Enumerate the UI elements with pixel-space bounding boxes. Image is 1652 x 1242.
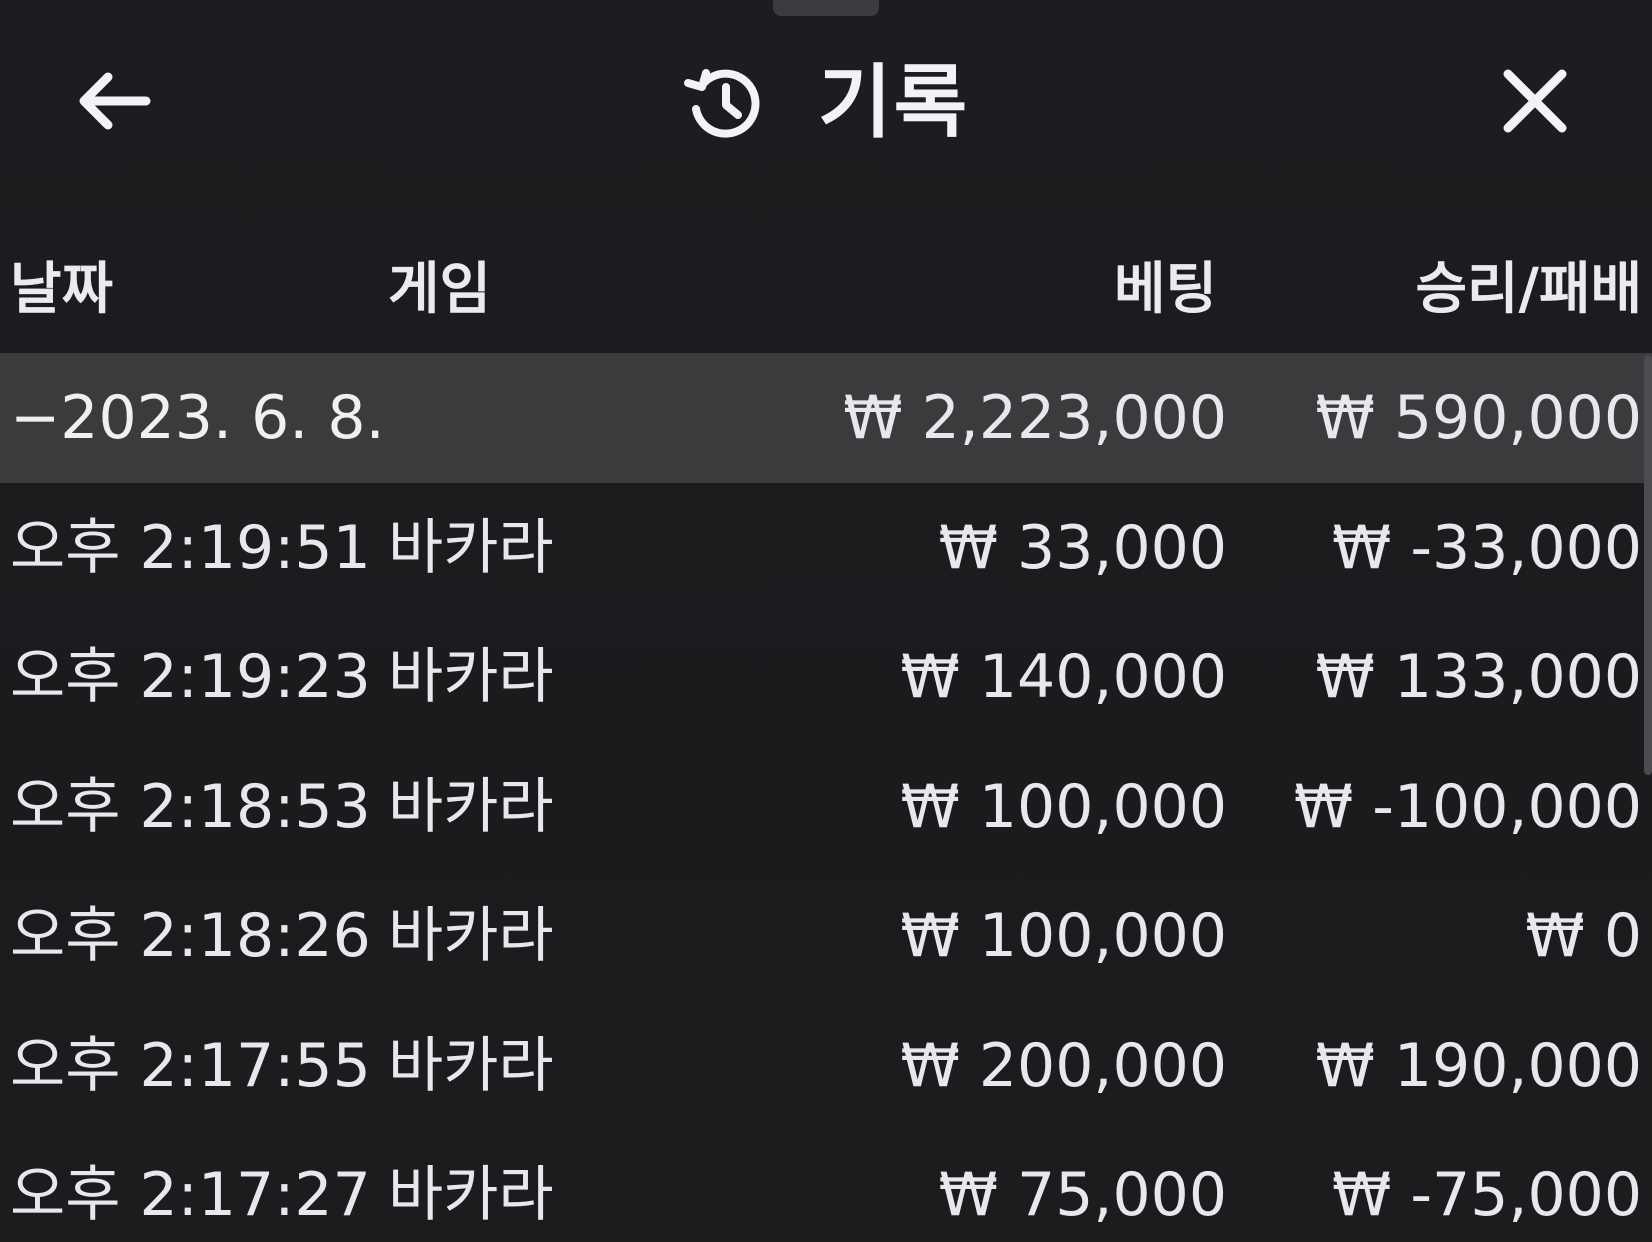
table-row[interactable]: 오후 2:18:26 바카라 ₩ 100,000 ₩ 0 bbox=[0, 872, 1652, 1002]
date-group-result-total: ₩ 590,000 bbox=[1315, 383, 1642, 453]
row-game: 바카라 bbox=[388, 1030, 554, 1101]
row-result: ₩ -33,000 bbox=[1332, 512, 1642, 583]
date-group-row[interactable]: −2023. 6. 8. ₩ 2,223,000 ₩ 590,000 bbox=[0, 353, 1652, 483]
row-game: 바카라 bbox=[388, 1160, 554, 1231]
table-header: 날짜 게임 베팅 승리/패배 bbox=[0, 235, 1652, 353]
column-header-game: 게임 bbox=[388, 257, 492, 322]
row-result: ₩ 133,000 bbox=[1315, 642, 1642, 713]
row-bet: ₩ 140,000 bbox=[900, 642, 1227, 713]
history-icon bbox=[684, 69, 760, 138]
row-time: 오후 2:17:55 bbox=[10, 1030, 371, 1101]
history-table: 날짜 게임 베팅 승리/패배 −2023. 6. 8. ₩ 2,223,000 … bbox=[0, 235, 1652, 1242]
row-time: 오후 2:18:26 bbox=[10, 901, 371, 972]
title-group: 기록 bbox=[680, 58, 969, 148]
row-game: 바카라 bbox=[388, 642, 554, 713]
row-bet: ₩ 100,000 bbox=[900, 901, 1227, 972]
column-header-result: 승리/패배 bbox=[1415, 257, 1642, 322]
row-result: ₩ 0 bbox=[1525, 901, 1642, 972]
table-row[interactable]: 오후 2:18:53 바카라 ₩ 100,000 ₩ -100,000 bbox=[0, 742, 1652, 872]
table-row[interactable]: 오후 2:17:55 바카라 ₩ 200,000 ₩ 190,000 bbox=[0, 1001, 1652, 1131]
drag-handle[interactable] bbox=[773, 0, 879, 16]
column-header-date: 날짜 bbox=[10, 257, 114, 322]
row-game: 바카라 bbox=[388, 901, 554, 972]
row-game: 바카라 bbox=[388, 512, 554, 583]
arrow-left-icon bbox=[79, 72, 151, 130]
row-bet: ₩ 100,000 bbox=[900, 771, 1227, 842]
column-header-bet: 베팅 bbox=[1113, 257, 1217, 322]
history-screen: 기록 날짜 게임 베팅 승리/패배 −2023. 6. 8. ₩ 2,223,0… bbox=[0, 0, 1652, 1242]
page-title: 기록 bbox=[818, 56, 970, 149]
row-bet: ₩ 33,000 bbox=[938, 512, 1227, 583]
back-button[interactable] bbox=[72, 65, 156, 137]
table-row[interactable]: 오후 2:17:27 바카라 ₩ 75,000 ₩ -75,000 bbox=[0, 1131, 1652, 1242]
row-result: ₩ -75,000 bbox=[1332, 1160, 1642, 1231]
row-result: ₩ -100,000 bbox=[1293, 771, 1642, 842]
row-time: 오후 2:19:51 bbox=[10, 512, 371, 583]
date-group-bet-total: ₩ 2,223,000 bbox=[843, 383, 1227, 453]
row-game: 바카라 bbox=[388, 771, 554, 842]
row-bet: ₩ 75,000 bbox=[938, 1160, 1227, 1231]
row-bet: ₩ 200,000 bbox=[900, 1030, 1227, 1101]
row-result: ₩ 190,000 bbox=[1315, 1030, 1642, 1101]
close-button[interactable] bbox=[1496, 62, 1574, 140]
date-group-label: −2023. 6. 8. bbox=[10, 383, 385, 453]
table-row[interactable]: 오후 2:19:51 바카라 ₩ 33,000 ₩ -33,000 bbox=[0, 483, 1652, 613]
table-row[interactable]: 오후 2:19:23 바카라 ₩ 140,000 ₩ 133,000 bbox=[0, 613, 1652, 743]
scrollbar[interactable] bbox=[1644, 355, 1652, 775]
close-icon bbox=[1503, 69, 1567, 133]
row-time: 오후 2:18:53 bbox=[10, 771, 371, 842]
row-time: 오후 2:17:27 bbox=[10, 1160, 371, 1231]
row-time: 오후 2:19:23 bbox=[10, 642, 371, 713]
header: 기록 bbox=[0, 40, 1652, 160]
